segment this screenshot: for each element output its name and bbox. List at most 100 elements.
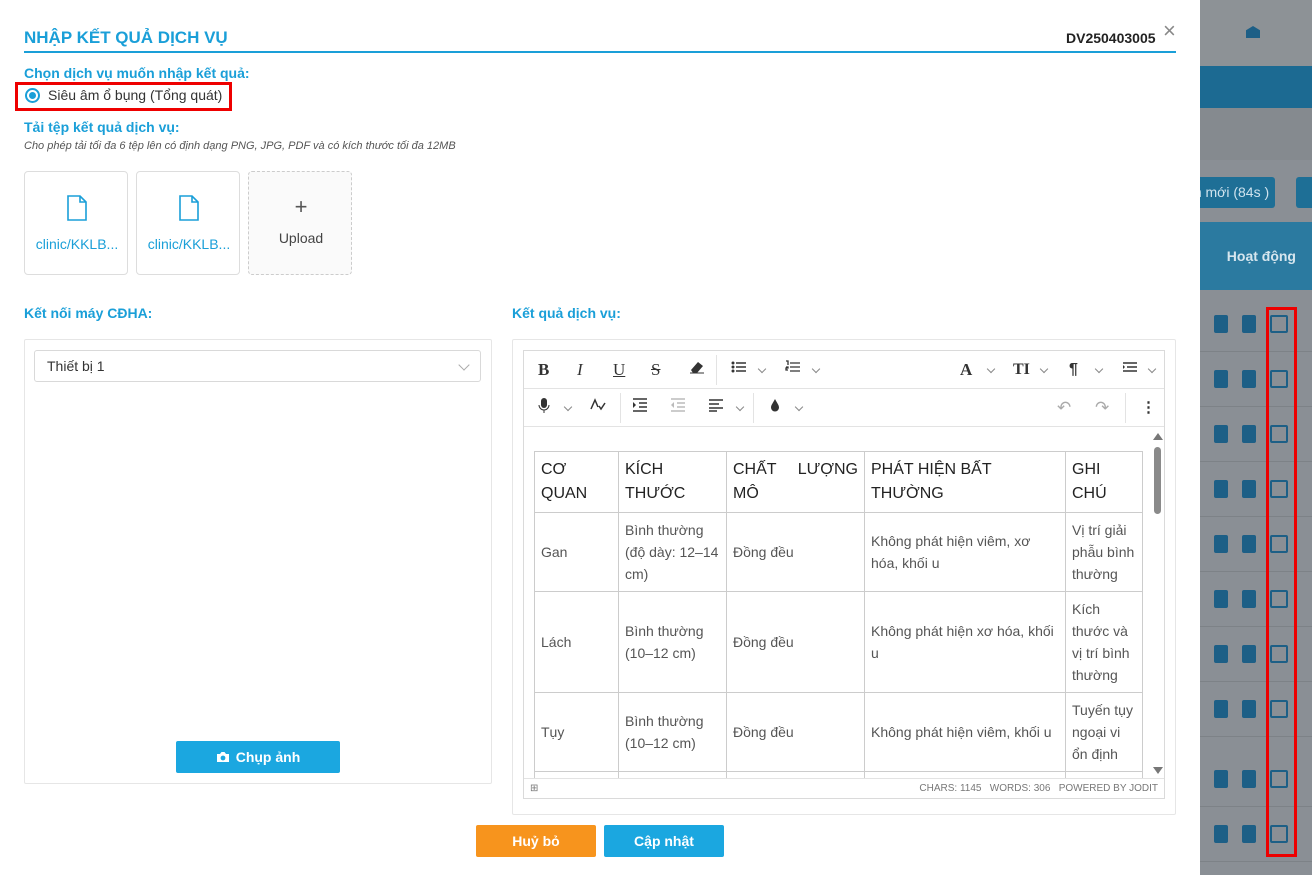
document-settings-icon[interactable]	[1242, 535, 1256, 553]
capture-button-label: Chụp ảnh	[235, 749, 301, 765]
service-radio[interactable]	[25, 88, 40, 103]
italic-button[interactable]: I	[577, 360, 583, 380]
resize-grid-icon[interactable]: ⊞	[530, 779, 538, 799]
document-settings-icon[interactable]	[1242, 825, 1256, 843]
color-drop-icon[interactable]	[770, 398, 780, 418]
table-cell: Tuyến tụy ngoại vi ổn định	[1065, 692, 1143, 772]
update-button[interactable]: Cập nhật	[604, 825, 724, 857]
chevron-down-icon[interactable]	[735, 402, 745, 412]
highlight-box-edit-icons	[1266, 307, 1297, 857]
document-settings-icon[interactable]	[1242, 770, 1256, 788]
chevron-down-icon	[458, 359, 470, 371]
file-icon	[67, 195, 87, 221]
editor-content[interactable]: CƠ QUAN KÍCH THƯỚC CHẤT LƯỢNG MÔ PHÁT HI…	[524, 428, 1152, 778]
document-settings-icon[interactable]	[1242, 315, 1256, 333]
refresh-button[interactable]: n mới (84s )	[1200, 177, 1275, 208]
result-modal: NHẬP KẾT QUẢ DỊCH VỤ DV250403005 × Chọn …	[0, 0, 1200, 875]
document-icon[interactable]	[1214, 315, 1228, 333]
device-panel	[24, 339, 492, 784]
bold-button[interactable]: B	[538, 360, 549, 380]
chevron-down-icon[interactable]	[1147, 364, 1157, 374]
eraser-icon[interactable]	[689, 360, 705, 380]
rich-text-editor[interactable]: B I U S A TI ¶ ↶ ↷ ⋮ CƠ QUAN KÍCH THƯỚC …	[523, 350, 1165, 799]
close-icon[interactable]: ×	[1163, 20, 1176, 42]
background-button[interactable]	[1296, 177, 1312, 208]
document-settings-icon[interactable]	[1242, 590, 1256, 608]
document-settings-icon[interactable]	[1242, 425, 1256, 443]
table-cell: Tụy	[534, 692, 619, 772]
document-icon[interactable]	[1214, 480, 1228, 498]
cancel-button[interactable]: Huỷ bỏ	[476, 825, 596, 857]
redo-icon[interactable]: ↷	[1095, 398, 1109, 418]
table-cell: Kích thước và vị trí bình thường	[1065, 591, 1143, 693]
chevron-down-icon[interactable]	[811, 364, 821, 374]
chevron-down-icon[interactable]	[563, 402, 573, 412]
scroll-down-icon[interactable]	[1153, 767, 1163, 774]
document-settings-icon[interactable]	[1242, 370, 1256, 388]
document-icon[interactable]	[1214, 645, 1228, 663]
column-header: CHẤT LƯỢNG MÔ	[726, 451, 865, 513]
align-icon[interactable]	[708, 398, 724, 418]
result-table: CƠ QUAN KÍCH THƯỚC CHẤT LƯỢNG MÔ PHÁT HI…	[534, 451, 1143, 778]
underline-button[interactable]: U	[613, 360, 625, 380]
table-cell: Đồng đều	[726, 512, 865, 592]
document-settings-icon[interactable]	[1242, 645, 1256, 663]
font-size-button[interactable]: TI	[1013, 360, 1030, 380]
chevron-down-icon[interactable]	[794, 402, 804, 412]
document-icon[interactable]	[1214, 770, 1228, 788]
document-icon[interactable]	[1214, 535, 1228, 553]
chevron-down-icon[interactable]	[1039, 364, 1049, 374]
file-name[interactable]: clinic/KKLB...	[137, 236, 241, 252]
editor-toolbar-row-2: ↶ ↷ ⋮	[524, 389, 1164, 427]
uploaded-file[interactable]: clinic/KKLB...	[136, 171, 240, 275]
document-icon[interactable]	[1214, 590, 1228, 608]
table-row: Lách Bình thường (10–12 cm) Đồng đều Khô…	[534, 591, 1143, 693]
indent-icon[interactable]	[632, 398, 648, 418]
table-cell: Không phát hiện viêm, khối u	[864, 692, 1066, 772]
paragraph-button[interactable]: ¶	[1069, 360, 1078, 380]
font-button[interactable]: A	[960, 360, 972, 380]
camera-icon	[216, 752, 229, 762]
chevron-down-icon[interactable]	[1094, 364, 1104, 374]
upload-button[interactable]: + Upload	[248, 171, 352, 275]
upload-hint: Cho phép tải tối đa 6 tệp lên có định dạ…	[24, 140, 456, 152]
column-header: GHI CHÚ	[1065, 451, 1143, 513]
chevron-down-icon[interactable]	[986, 364, 996, 374]
toolbar-separator	[620, 393, 621, 423]
column-header: CƠ QUAN	[534, 451, 619, 513]
table-cell: Bình thường (độ dày: 12–14 cm)	[618, 512, 727, 592]
table-cell: Không phát hiện xơ hóa, khối u	[864, 591, 1066, 693]
table-cell: Bình thường (10–12 cm)	[618, 591, 727, 693]
device-select-value: Thiết bị 1	[47, 358, 105, 374]
scroll-up-icon[interactable]	[1153, 433, 1163, 440]
undo-icon[interactable]: ↶	[1057, 398, 1071, 418]
document-icon[interactable]	[1214, 825, 1228, 843]
document-icon[interactable]	[1214, 700, 1228, 718]
mail-icon[interactable]	[1246, 26, 1260, 38]
document-icon[interactable]	[1214, 425, 1228, 443]
capture-button[interactable]: Chụp ảnh	[176, 741, 340, 773]
document-settings-icon[interactable]	[1242, 700, 1256, 718]
background-nav-bar	[1200, 66, 1312, 108]
scroll-thumb[interactable]	[1154, 447, 1161, 514]
uploaded-file[interactable]: clinic/KKLB...	[24, 171, 128, 275]
column-header: KÍCH THƯỚC	[618, 451, 727, 513]
device-select[interactable]: Thiết bị 1	[34, 350, 481, 382]
document-settings-icon[interactable]	[1242, 480, 1256, 498]
service-radio-label[interactable]: Siêu âm ổ bụng (Tổng quát)	[48, 87, 222, 103]
numbered-list-icon[interactable]	[785, 360, 801, 380]
document-icon[interactable]	[1214, 370, 1228, 388]
modal-title: NHẬP KẾT QUẢ DỊCH VỤ	[24, 28, 228, 47]
chevron-down-icon[interactable]	[757, 364, 767, 374]
spellcheck-icon[interactable]	[590, 398, 606, 418]
strikethrough-button[interactable]: S	[651, 360, 660, 380]
bullet-list-icon[interactable]	[731, 360, 747, 380]
more-options-icon[interactable]: ⋮	[1141, 398, 1156, 418]
table-cell: Bình thường (10–12 cm)	[618, 692, 727, 772]
title-divider	[24, 51, 1176, 53]
microphone-icon[interactable]	[538, 398, 550, 418]
outdent-icon[interactable]	[670, 398, 686, 418]
file-name[interactable]: clinic/KKLB...	[25, 236, 129, 252]
line-height-icon[interactable]	[1122, 360, 1138, 380]
editor-scrollbar[interactable]	[1151, 428, 1164, 778]
